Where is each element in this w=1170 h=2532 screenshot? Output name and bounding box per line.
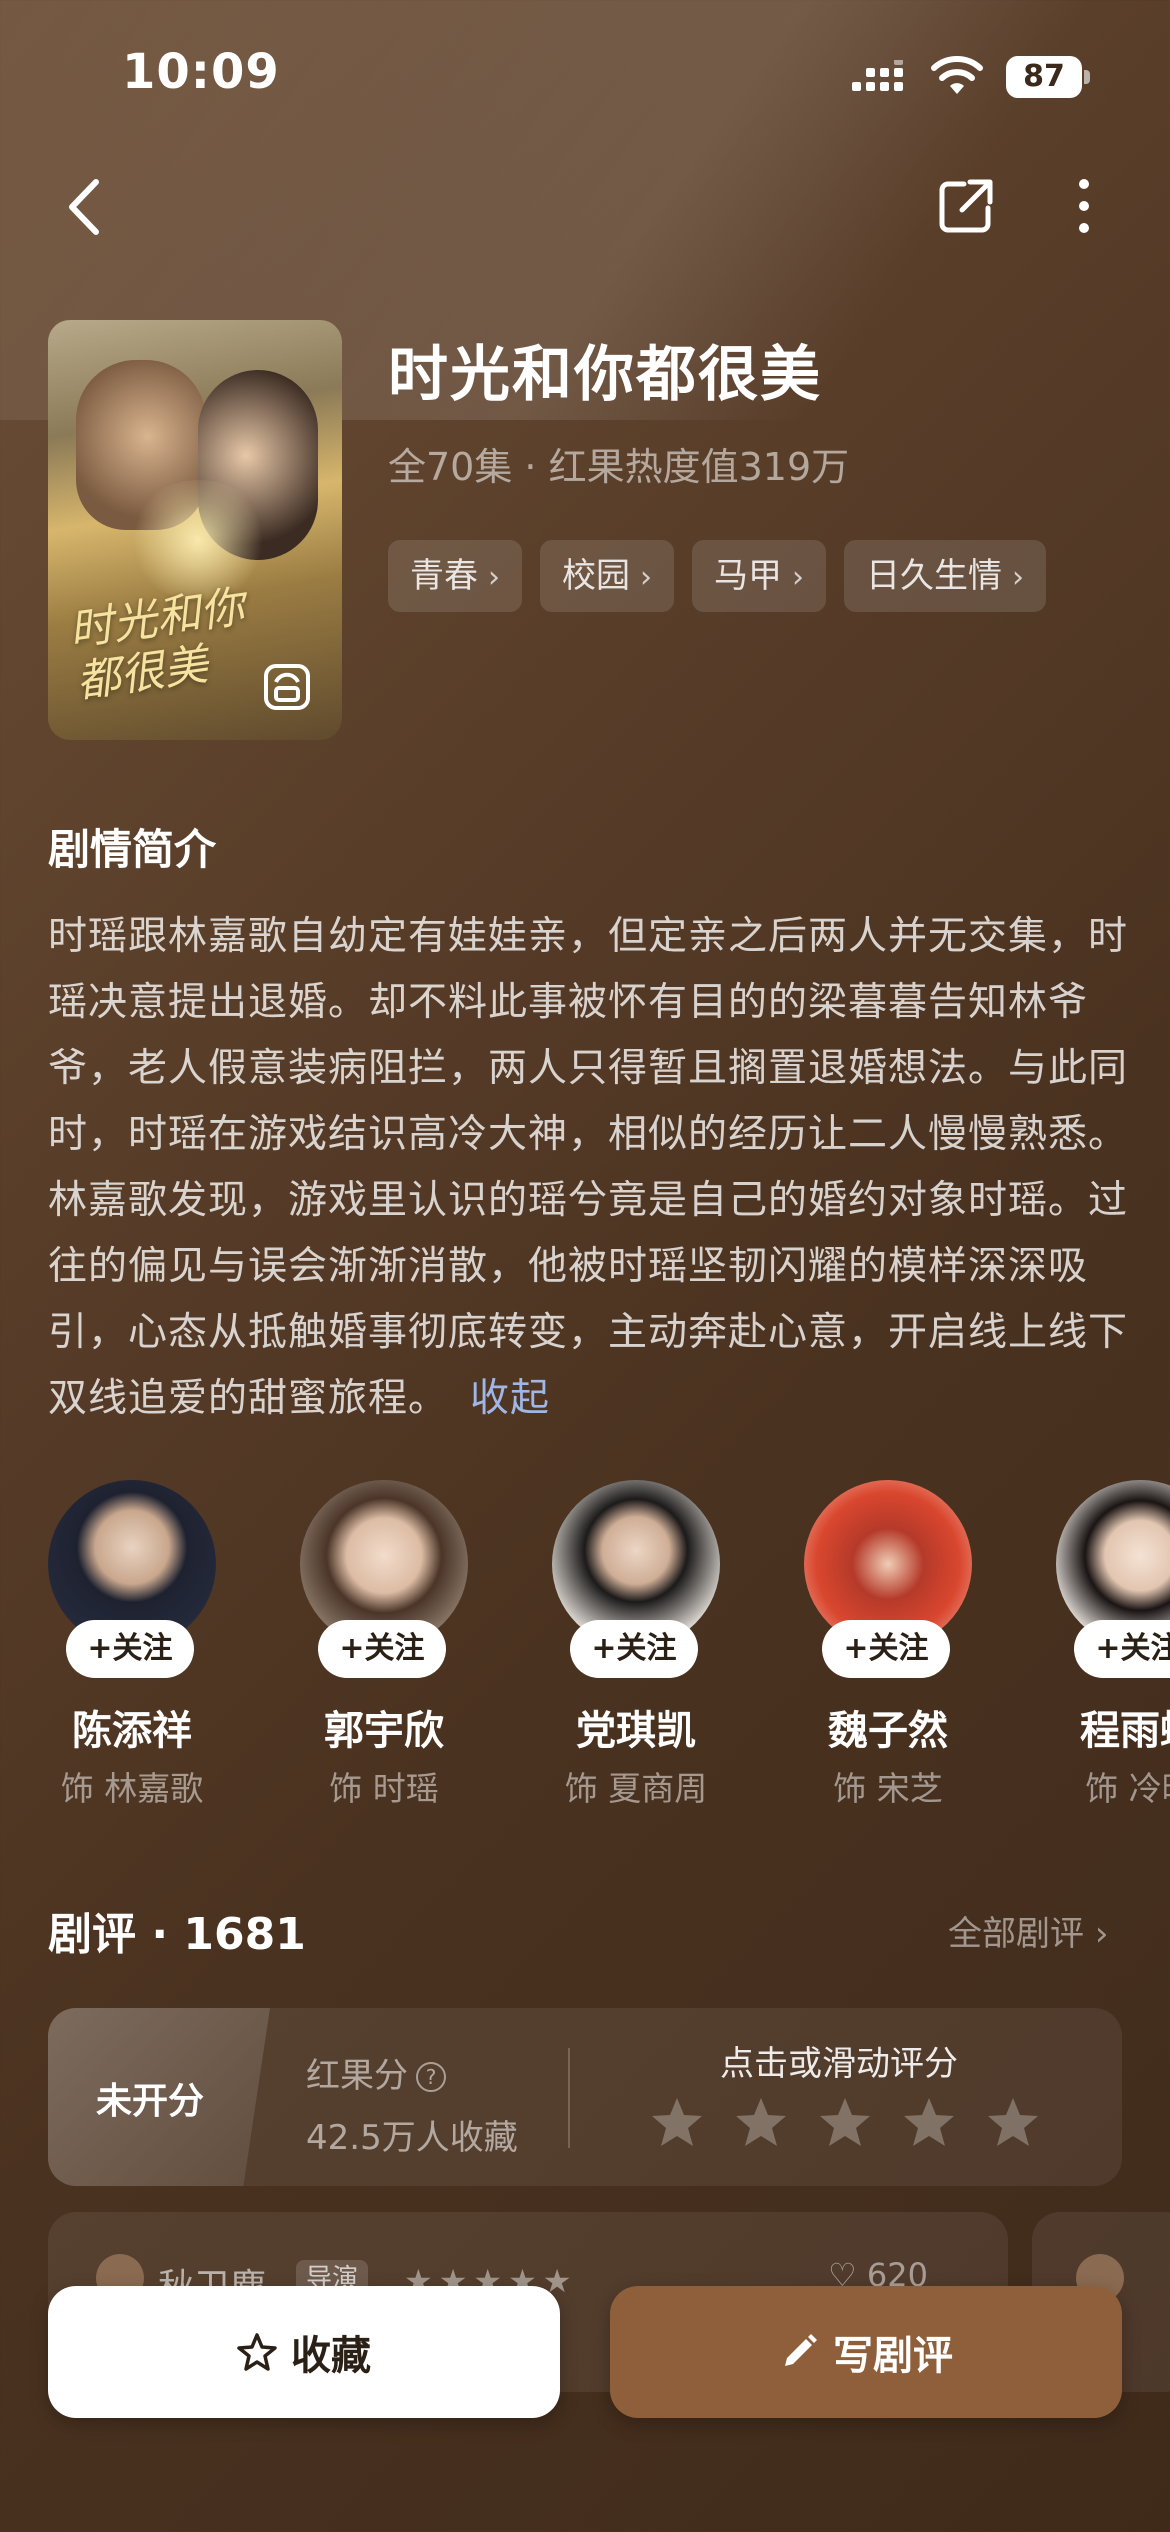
- score-label: 红果分?: [306, 2048, 446, 2097]
- actor-name: 陈添祥: [72, 1708, 192, 1754]
- drama-title: 时光和你都很美: [388, 340, 822, 410]
- tag-label: 马甲: [714, 556, 782, 596]
- rating-card: 未开分 红果分? 42.5万人收藏 点击或滑动评分: [48, 2008, 1122, 2186]
- score-label-text: 红果分: [306, 2056, 408, 2096]
- tag-label: 校园: [562, 556, 630, 596]
- cast-member[interactable]: +关注 郭宇欣 饰 时瑶: [300, 1480, 470, 1820]
- chevron-right-icon: ›: [792, 560, 804, 595]
- tag-label: 日久生情: [866, 556, 1002, 596]
- favorite-label: 收藏: [291, 2333, 371, 2379]
- divider: [568, 2048, 570, 2148]
- actor-role: 饰 冷晞: [1085, 1769, 1170, 1808]
- synopsis-text: 时瑶跟林嘉歌自幼定有娃娃亲，但定亲之后两人并无交集，时瑶决意提出退婚。却不料此事…: [48, 904, 1128, 1432]
- actor-name: 郭宇欣: [324, 1708, 444, 1754]
- cast-member[interactable]: +关注 党琪凯 饰 夏商周: [552, 1480, 722, 1820]
- chevron-right-icon: ›: [488, 560, 500, 595]
- write-review-button[interactable]: 写剧评: [610, 2286, 1122, 2418]
- wifi-icon: [931, 56, 983, 94]
- tag-chip[interactable]: 马甲 ›: [692, 540, 826, 612]
- all-reviews-label: 全部剧评: [948, 1914, 1084, 1954]
- synopsis-body: 时瑶跟林嘉歌自幼定有娃娃亲，但定亲之后两人并无交集，时瑶决意提出退婚。却不料此事…: [48, 914, 1129, 1421]
- battery-level: 87: [1006, 56, 1082, 98]
- actor-role: 饰 夏商周: [564, 1769, 708, 1808]
- follow-button[interactable]: +关注: [822, 1620, 950, 1678]
- follow-button[interactable]: +关注: [318, 1620, 446, 1678]
- platform-logo-icon: [264, 664, 310, 710]
- follow-button[interactable]: +关注: [1074, 1620, 1170, 1678]
- rate-hint: 点击或滑动评分: [720, 2044, 958, 2084]
- collection-count: 42.5万人收藏: [306, 2118, 518, 2158]
- cast-member[interactable]: +关注 程雨蝶 饰 冷晞: [1056, 1480, 1170, 1820]
- tag-chip[interactable]: 日久生情 ›: [844, 540, 1046, 612]
- star-rating-input[interactable]: [648, 2094, 1042, 2152]
- actor-role: 饰 时瑶: [329, 1769, 439, 1808]
- all-reviews-link[interactable]: 全部剧评 ›: [948, 1906, 1108, 1955]
- cast-member[interactable]: +关注 陈添祥 饰 林嘉歌: [48, 1480, 218, 1820]
- actor-name: 魏子然: [828, 1708, 948, 1754]
- status-bar: 10:09 87: [0, 0, 1170, 150]
- tag-chip[interactable]: 青春 ›: [388, 540, 522, 612]
- star-outline-icon: [237, 2333, 277, 2371]
- more-icon[interactable]: [1062, 176, 1106, 236]
- collapse-link[interactable]: 收起: [470, 1376, 550, 1421]
- star-icon[interactable]: [816, 2094, 874, 2152]
- write-review-label: 写剧评: [833, 2333, 953, 2379]
- actor-name: 党琪凯: [576, 1708, 696, 1754]
- chevron-right-icon: ›: [1094, 1914, 1109, 1954]
- score-status: 未开分: [96, 2081, 205, 2122]
- battery-icon: 87: [1006, 56, 1090, 98]
- synopsis-heading: 剧情简介: [48, 825, 217, 874]
- status-time: 10:09: [122, 44, 280, 100]
- help-icon[interactable]: ?: [416, 2062, 446, 2092]
- drama-poster[interactable]: 时光和你 都很美: [48, 320, 342, 740]
- back-icon[interactable]: [56, 172, 112, 242]
- star-icon[interactable]: [648, 2094, 706, 2152]
- star-icon[interactable]: [732, 2094, 790, 2152]
- drama-meta: 全70集 · 红果热度值319万: [388, 445, 850, 489]
- share-icon[interactable]: [936, 176, 996, 236]
- reviews-heading: 剧评 · 1681: [48, 1909, 306, 1960]
- tag-chip[interactable]: 校园 ›: [540, 540, 674, 612]
- tag-label: 青春: [410, 556, 478, 596]
- cast-list: +关注 陈添祥 饰 林嘉歌 +关注 郭宇欣 饰 时瑶 +关注 党琪凯 饰 夏商周…: [48, 1480, 1170, 1820]
- cast-member[interactable]: +关注 魏子然 饰 宋芝: [804, 1480, 974, 1820]
- chevron-right-icon: ›: [640, 560, 652, 595]
- follow-button[interactable]: +关注: [570, 1620, 698, 1678]
- favorite-button[interactable]: 收藏: [48, 2286, 560, 2418]
- star-icon[interactable]: [984, 2094, 1042, 2152]
- pencil-icon: [785, 2334, 817, 2366]
- actor-role: 饰 宋芝: [833, 1769, 943, 1808]
- star-icon[interactable]: [900, 2094, 958, 2152]
- actor-role: 饰 林嘉歌: [60, 1769, 204, 1808]
- tag-list: 青春 › 校园 › 马甲 › 日久生情 ›: [388, 540, 1046, 612]
- cellular-signal-icon: [852, 60, 903, 91]
- follow-button[interactable]: +关注: [66, 1620, 194, 1678]
- actor-name: 程雨蝶: [1080, 1708, 1170, 1754]
- chevron-right-icon: ›: [1012, 560, 1024, 595]
